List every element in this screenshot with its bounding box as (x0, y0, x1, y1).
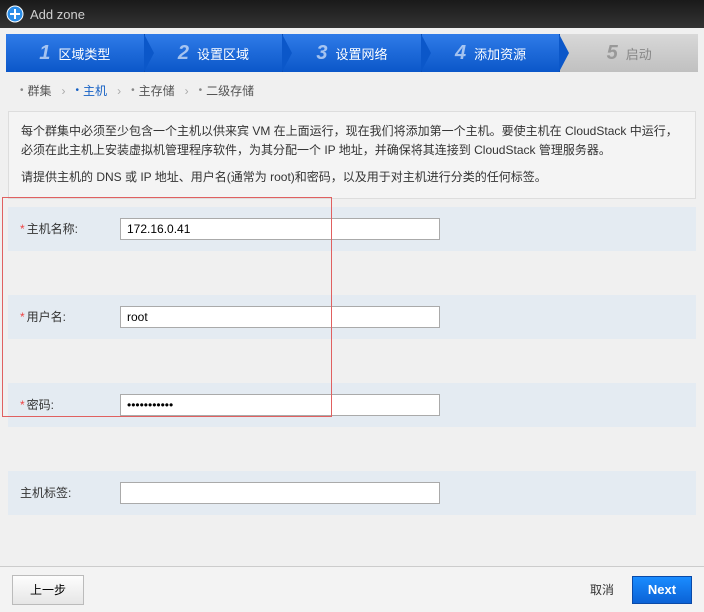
previous-button[interactable]: 上一步 (12, 575, 84, 605)
row-spacer (8, 339, 696, 383)
description-text-1: 每个群集中必须至少包含一个主机以供来宾 VM 在上面运行，现在我们将添加第一个主… (21, 122, 683, 160)
step-setup-zone[interactable]: 2 设置区域 (145, 34, 284, 72)
username-label: *用户名: (20, 308, 120, 325)
step-num: 4 (455, 42, 466, 65)
password-input[interactable] (120, 394, 440, 416)
username-input[interactable] (120, 306, 440, 328)
hostname-input[interactable] (120, 218, 440, 240)
wizard-footer: 上一步 取消 Next (0, 566, 704, 612)
window-title: Add zone (30, 7, 85, 22)
subnav-primary-storage[interactable]: • 主存储 (131, 82, 175, 99)
host-tags-label: 主机标签: (20, 484, 120, 501)
subnav-host[interactable]: • 主机 (76, 82, 108, 99)
next-button[interactable]: Next (632, 576, 692, 604)
description-text-2: 请提供主机的 DNS 或 IP 地址、用户名(通常为 root)和密码，以及用于… (21, 168, 683, 187)
add-icon (6, 5, 24, 23)
subnav-label: 群集 (28, 82, 52, 99)
subnav-label: 二级存储 (206, 82, 254, 99)
step-label: 启动 (626, 44, 652, 63)
row-username: *用户名: (8, 295, 696, 339)
step-num: 3 (316, 42, 327, 65)
step-launch: 5 启动 (560, 34, 698, 72)
step-label: 区域类型 (58, 44, 110, 63)
chevron-right-icon: › (62, 84, 66, 98)
resource-subnav: • 群集 › • 主机 › • 主存储 › • 二级存储 (0, 72, 704, 105)
step-num: 1 (39, 42, 50, 65)
host-tags-input[interactable] (120, 482, 440, 504)
row-hostname: *主机名称: (8, 207, 696, 251)
titlebar: Add zone (0, 0, 704, 28)
host-form: *主机名称: *用户名: *密码: 主机标签: (8, 207, 696, 515)
step-zone-type[interactable]: 1 区域类型 (6, 34, 145, 72)
row-spacer (8, 251, 696, 295)
step-label: 设置区域 (197, 44, 249, 63)
bullet-icon: • (76, 85, 80, 96)
step-num: 5 (607, 42, 618, 65)
row-spacer (8, 427, 696, 471)
bullet-icon: • (20, 85, 24, 96)
step-add-resources[interactable]: 4 添加资源 (422, 34, 561, 72)
chevron-right-icon: › (185, 84, 189, 98)
bullet-icon: • (131, 85, 135, 96)
cancel-link[interactable]: 取消 (590, 581, 614, 598)
step-label: 设置网络 (336, 44, 388, 63)
password-label: *密码: (20, 396, 120, 413)
bullet-icon: • (199, 85, 203, 96)
subnav-label: 主存储 (139, 82, 175, 99)
hostname-label: *主机名称: (20, 220, 120, 237)
subnav-cluster[interactable]: • 群集 (20, 82, 52, 99)
row-password: *密码: (8, 383, 696, 427)
step-num: 2 (178, 42, 189, 65)
step-setup-network[interactable]: 3 设置网络 (283, 34, 422, 72)
chevron-right-icon: › (117, 84, 121, 98)
subnav-secondary-storage[interactable]: • 二级存储 (199, 82, 255, 99)
wizard-steps: 1 区域类型 2 设置区域 3 设置网络 4 添加资源 5 启动 (6, 34, 698, 72)
description-panel: 每个群集中必须至少包含一个主机以供来宾 VM 在上面运行，现在我们将添加第一个主… (8, 111, 696, 199)
step-label: 添加资源 (474, 44, 526, 63)
subnav-label: 主机 (83, 82, 107, 99)
row-host-tags: 主机标签: (8, 471, 696, 515)
